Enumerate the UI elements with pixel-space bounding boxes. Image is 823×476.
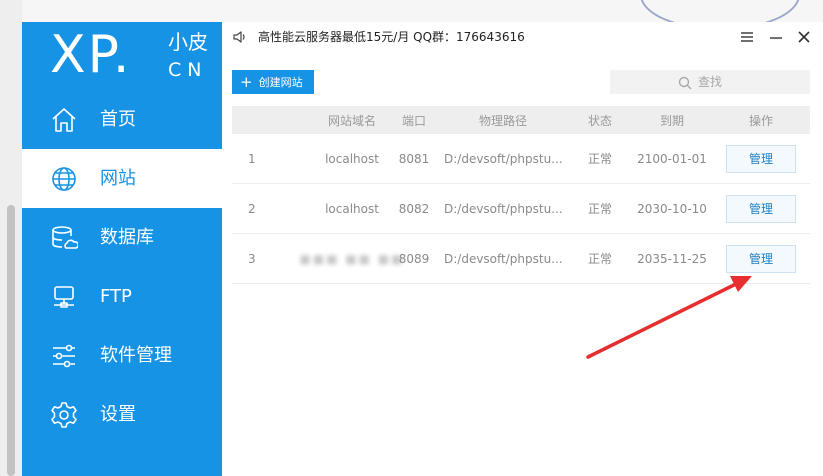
sidebar-item-home[interactable]: 首页 (22, 90, 222, 149)
header-port: 端口 (401, 113, 426, 128)
sidebar-item-label: 数据库 (100, 226, 154, 248)
redacted-domain: ■■■ ■■ ■■ (299, 251, 405, 266)
logo-cn-text: CN (168, 59, 208, 81)
server-icon (50, 283, 78, 311)
manage-button[interactable]: 管理 (726, 144, 796, 173)
plus-icon: + (240, 73, 253, 91)
row-expire: 2035-11-25 (637, 251, 707, 266)
menu-icon (741, 32, 753, 42)
row-action-cell: 管理 (722, 234, 800, 283)
table-row[interactable]: 3 ■■■ ■■ ■■ 8089 D:/devsoft/phpstu... 正常… (232, 234, 810, 284)
header-path: 物理路径 (478, 113, 527, 128)
row-path: D:/devsoft/phpstu... (444, 151, 562, 166)
row-index: 3 (248, 251, 256, 266)
close-icon (798, 31, 810, 43)
minimize-button[interactable] (765, 26, 787, 48)
sidebar-item-label: FTP (100, 285, 132, 307)
sidebar-item-software[interactable]: 软件管理 (22, 326, 222, 385)
sidebar-item-label: 软件管理 (100, 344, 172, 366)
menu-button[interactable] (736, 26, 758, 48)
manage-button[interactable]: 管理 (726, 194, 796, 223)
create-website-label: 创建网站 (258, 76, 303, 89)
manage-button[interactable]: 管理 (726, 244, 796, 273)
background-scrollbar[interactable] (7, 205, 15, 476)
sidebar-item-label: 设置 (100, 403, 136, 425)
app-logo: XP. 小皮 CN (50, 24, 220, 90)
row-action-cell: 管理 (722, 134, 800, 183)
table-row[interactable]: 2 localhost 8082 D:/devsoft/phpstu... 正常… (232, 184, 810, 234)
close-button[interactable] (793, 26, 815, 48)
sidebar-nav: 首页 网站 数据库 FTP 软件管理 设置 (22, 90, 222, 444)
header-state: 状态 (587, 113, 612, 128)
website-table: 网站域名 端口 物理路径 状态 到期 操作 1 localhost 8081 D… (232, 106, 810, 284)
row-index: 1 (248, 151, 256, 166)
gear-icon (50, 401, 78, 429)
search-input[interactable] (698, 73, 798, 91)
row-expire: 2030-10-10 (637, 201, 707, 216)
main-panel: 高性能云服务器最低15元/月 QQ群：176643616 + 创建网站 查找 网… (222, 22, 823, 476)
row-action-cell: 管理 (722, 184, 800, 233)
header-expire: 到期 (659, 113, 684, 128)
sidebar-item-label: 首页 (100, 108, 136, 130)
announcement-text[interactable]: 高性能云服务器最低15元/月 QQ群：176643616 (258, 29, 525, 45)
row-state: 正常 (587, 202, 612, 216)
row-state: 正常 (587, 152, 612, 166)
row-state: 正常 (587, 252, 612, 266)
table-header: 网站域名 端口 物理路径 状态 到期 操作 (232, 106, 810, 134)
row-expire: 2100-01-01 (637, 151, 707, 166)
sidebar-item-website[interactable]: 网站 (22, 149, 222, 208)
search-icon (678, 75, 692, 90)
row-port: 8089 (398, 251, 430, 266)
row-path: D:/devsoft/phpstu... (444, 201, 562, 216)
sidebar: XP. 小皮 CN 首页 网站 数据库 FTP 软件管理 设置 (22, 22, 222, 476)
speaker-icon (232, 29, 248, 45)
search-box[interactable] (610, 70, 810, 94)
logo-main-text: XP. (50, 25, 132, 85)
phpstudy-window: XP. 小皮 CN 首页 网站 数据库 FTP 软件管理 设置 高性能云服务器最… (22, 22, 823, 476)
row-path: D:/devsoft/phpstu... (444, 251, 562, 266)
globe-icon (50, 165, 78, 193)
logo-chinese-text: 小皮 (168, 30, 208, 54)
header-action: 操作 (748, 113, 773, 128)
sidebar-item-database[interactable]: 数据库 (22, 208, 222, 267)
create-website-button[interactable]: + 创建网站 (232, 70, 314, 94)
home-icon (50, 106, 78, 134)
row-index: 2 (248, 201, 256, 216)
row-port: 8082 (398, 201, 430, 216)
minimize-icon (770, 37, 782, 39)
sidebar-item-ftp[interactable]: FTP (22, 267, 222, 326)
title-bar: 高性能云服务器最低15元/月 QQ群：176643616 (222, 22, 823, 52)
sliders-icon (50, 342, 78, 370)
database-icon (50, 224, 79, 252)
row-port: 8081 (398, 151, 430, 166)
desktop: XP. 小皮 CN 首页 网站 数据库 FTP 软件管理 设置 高性能云服务器最… (0, 0, 823, 476)
sidebar-item-settings[interactable]: 设置 (22, 385, 222, 444)
table-row[interactable]: 1 localhost 8081 D:/devsoft/phpstu... 正常… (232, 134, 810, 184)
sidebar-item-label: 网站 (100, 167, 136, 189)
